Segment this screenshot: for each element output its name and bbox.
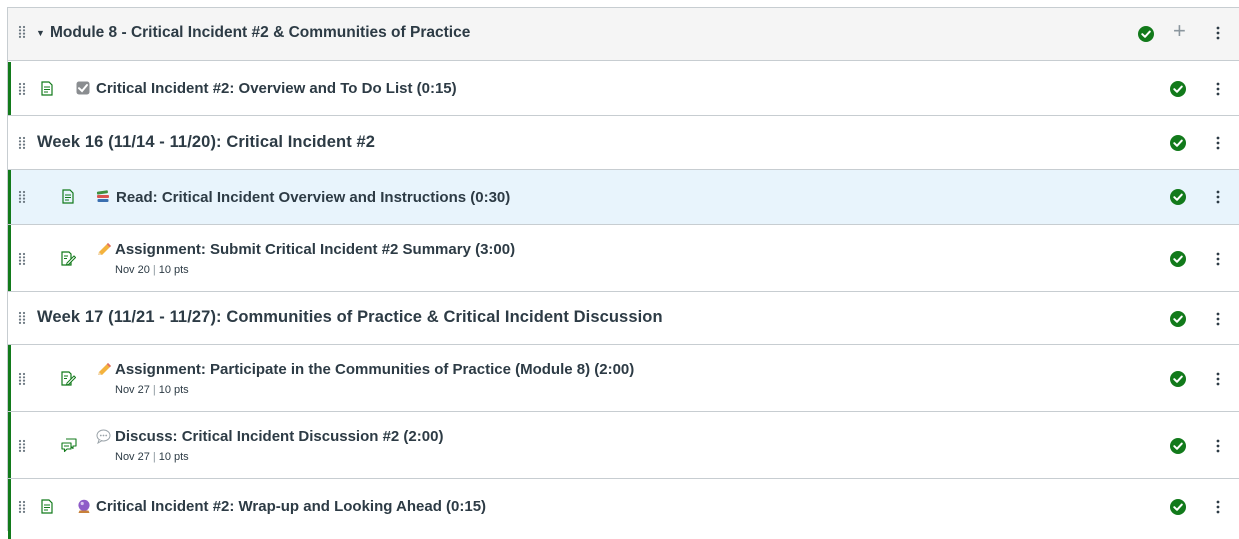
due-date: Nov 27 [115,384,150,396]
module-container: ▼ Module 8 - Critical Incident #2 & Comm… [7,7,1239,539]
module-item-discussion[interactable]: Discuss: Critical Incident Discussion #2… [8,412,1239,479]
plus-icon[interactable]: + [1173,20,1186,42]
kebab-menu-icon[interactable] [1210,311,1226,327]
item-title-link[interactable]: Critical Incident #2: Wrap-up and Lookin… [96,498,486,515]
due-date: Nov 20 [115,264,150,276]
crystal-ball-emoji-icon [77,499,91,516]
assignment-icon [61,251,77,271]
published-check-icon[interactable] [1170,189,1186,210]
speech-bubble-emoji-icon [96,429,111,446]
drag-handle-icon[interactable] [18,372,26,386]
item-title-link[interactable]: Read: Critical Incident Overview and Ins… [116,189,510,206]
module-item-assignment-participate[interactable]: Assignment: Participate in the Communiti… [8,345,1239,412]
points: 10 pts [158,451,189,463]
module-item-read[interactable]: Read: Critical Incident Overview and Ins… [8,170,1239,225]
module-title[interactable]: Module 8 - Critical Incident #2 & Commun… [50,24,470,42]
drag-handle-icon[interactable] [18,190,26,204]
module-item-overview[interactable]: Critical Incident #2: Overview and To Do… [8,62,1239,116]
drag-handle-icon[interactable] [18,82,26,96]
published-check-icon[interactable] [1138,26,1154,47]
meta-separator: | [152,451,156,463]
item-title-link[interactable]: Assignment: Submit Critical Incident #2 … [115,241,515,258]
assignment-icon [61,371,77,391]
page-document-icon [62,189,74,209]
subheader-title: Week 16 (11/14 - 11/20): Critical Incide… [37,133,376,151]
discussion-icon [61,438,77,458]
published-check-icon[interactable] [1170,251,1186,272]
item-title-link[interactable]: Critical Incident #2: Overview and To Do… [96,80,457,97]
drag-handle-icon[interactable] [18,311,26,325]
item-title-link[interactable]: Discuss: Critical Incident Discussion #2… [115,428,443,445]
subheader-week-16[interactable]: Week 16 (11/14 - 11/20): Critical Incide… [8,116,1239,170]
published-check-icon[interactable] [1170,371,1186,392]
meta-separator: | [152,384,156,396]
module-item-assignment-submit[interactable]: Assignment: Submit Critical Incident #2 … [8,225,1239,292]
drag-handle-icon[interactable] [18,252,26,266]
points: 10 pts [158,384,189,396]
caret-down-icon[interactable]: ▼ [36,28,45,38]
item-details: Nov 27 | 10 pts [115,384,189,396]
pencil-emoji-icon [96,242,112,259]
kebab-menu-icon[interactable] [1210,189,1226,205]
subheader-title: Week 17 (11/21 - 11/27): Communities of … [37,308,663,326]
due-date: Nov 27 [115,451,150,463]
kebab-menu-icon[interactable] [1210,135,1226,151]
published-check-icon[interactable] [1170,499,1186,520]
item-details: Nov 20 | 10 pts [115,264,189,276]
kebab-menu-icon[interactable] [1210,251,1226,267]
module-header[interactable]: ▼ Module 8 - Critical Incident #2 & Comm… [8,8,1239,61]
published-check-icon[interactable] [1170,438,1186,459]
published-check-icon[interactable] [1170,311,1186,332]
item-details: Nov 27 | 10 pts [115,451,189,463]
drag-handle-icon[interactable] [18,25,26,39]
kebab-menu-icon[interactable] [1210,499,1226,515]
kebab-menu-icon[interactable] [1210,438,1226,454]
published-check-icon[interactable] [1170,135,1186,156]
kebab-menu-icon[interactable] [1210,371,1226,387]
page-document-icon [41,81,53,101]
meta-separator: | [152,264,156,276]
kebab-menu-icon[interactable] [1210,25,1226,41]
checkbox-emoji-icon [76,81,90,97]
module-item-wrap-up[interactable]: Critical Incident #2: Wrap-up and Lookin… [8,479,1239,539]
drag-handle-icon[interactable] [18,136,26,150]
pencil-emoji-icon [96,362,112,379]
kebab-menu-icon[interactable] [1210,81,1226,97]
item-title-link[interactable]: Assignment: Participate in the Communiti… [115,361,634,378]
books-emoji-icon [96,190,110,205]
points: 10 pts [158,264,189,276]
drag-handle-icon[interactable] [18,439,26,453]
subheader-week-17[interactable]: Week 17 (11/21 - 11/27): Communities of … [8,292,1239,345]
published-check-icon[interactable] [1170,81,1186,102]
drag-handle-icon[interactable] [18,500,26,514]
page-document-icon [41,499,53,519]
